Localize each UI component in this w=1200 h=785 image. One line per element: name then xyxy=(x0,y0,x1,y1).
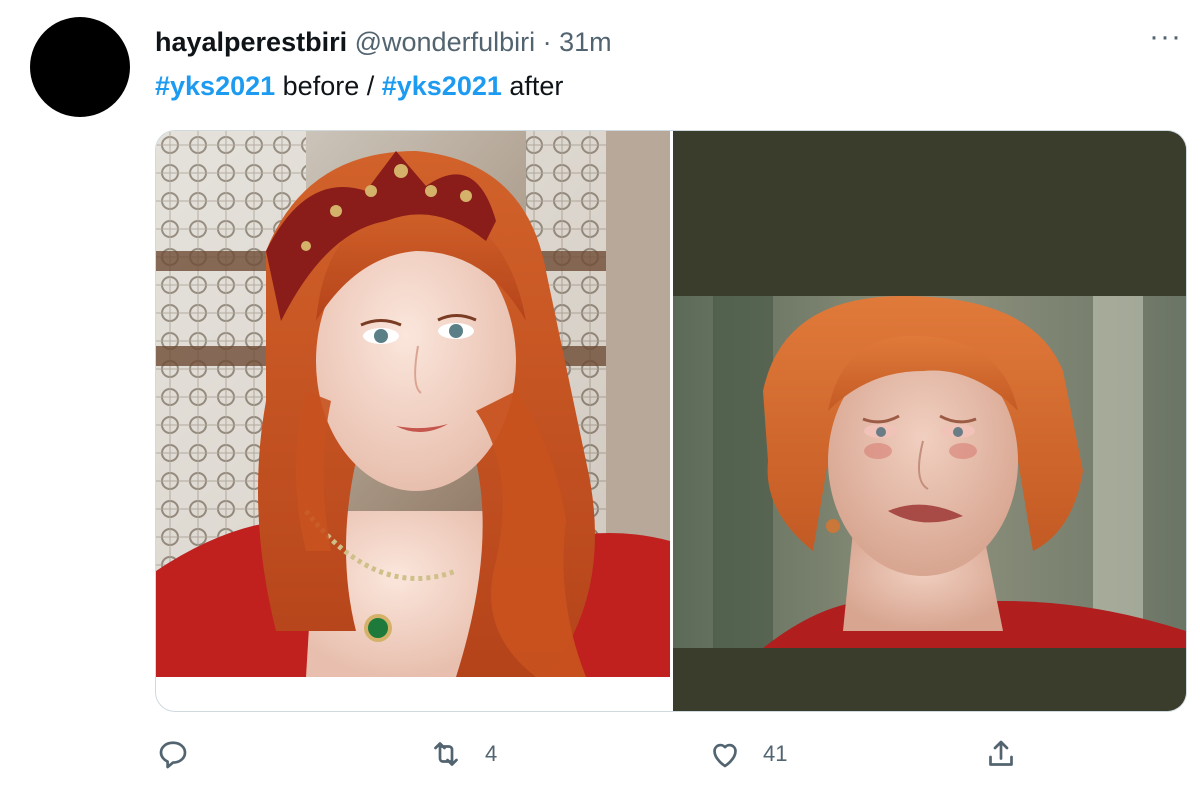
retweet-button[interactable]: 4 xyxy=(427,736,497,772)
hashtag-link[interactable]: #yks2021 xyxy=(155,71,275,101)
tweet-text: #yks2021 before / #yks2021 after xyxy=(155,69,563,103)
after-photo xyxy=(673,131,1186,711)
separator-dot: · xyxy=(542,27,552,57)
display-name[interactable]: hayalperestbiri xyxy=(155,27,347,57)
tweet: hayalperestbiri @wonderfulbiri · 31m ···… xyxy=(0,0,1200,785)
hashtag-link[interactable]: #yks2021 xyxy=(382,71,502,101)
media-grid xyxy=(155,130,1187,712)
share-button[interactable] xyxy=(983,736,1019,772)
like-count: 41 xyxy=(763,741,788,766)
retweet-count: 4 xyxy=(485,741,498,766)
avatar[interactable] xyxy=(30,17,130,117)
timestamp[interactable]: 31m xyxy=(559,27,612,57)
tweet-header: hayalperestbiri @wonderfulbiri · 31m xyxy=(155,26,612,58)
more-options-icon[interactable]: ··· xyxy=(1149,22,1182,52)
heart-icon xyxy=(713,743,737,768)
tweet-actions: 4 41 xyxy=(155,736,1035,776)
media-image-before[interactable] xyxy=(156,131,670,677)
reply-button[interactable] xyxy=(155,736,191,772)
reply-icon xyxy=(159,741,187,769)
before-photo xyxy=(156,131,670,677)
media-image-after[interactable] xyxy=(673,131,1186,711)
retweet-icon xyxy=(434,742,458,766)
like-button[interactable]: 41 xyxy=(707,736,787,772)
tweet-text-after: after xyxy=(509,71,564,101)
tweet-text-before: before / xyxy=(282,71,375,101)
share-icon xyxy=(989,740,1013,766)
user-handle[interactable]: @wonderfulbiri xyxy=(355,27,535,57)
